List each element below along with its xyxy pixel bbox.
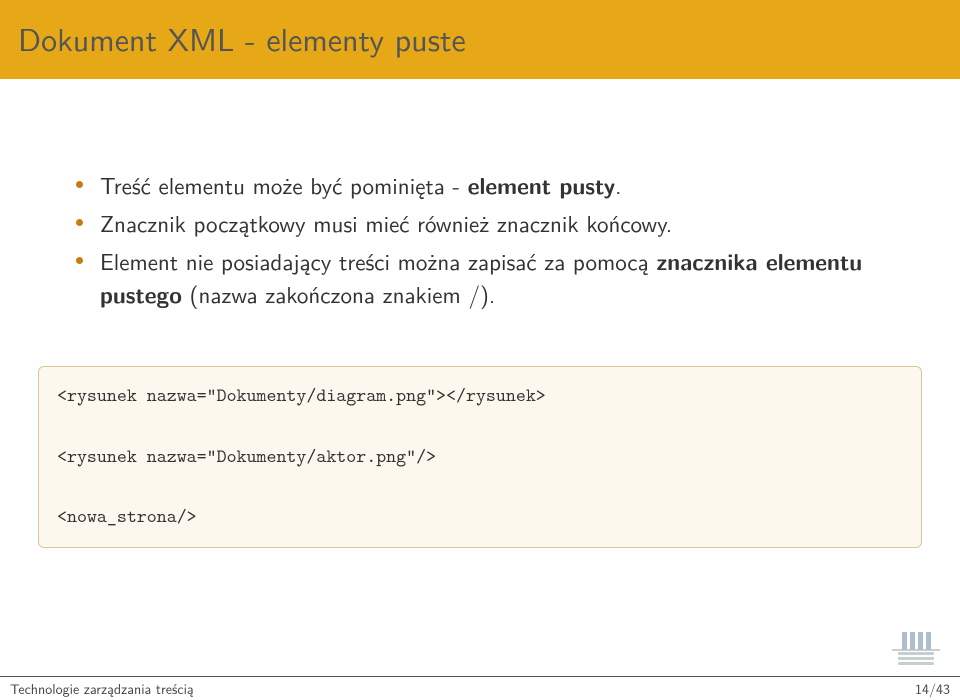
footer-left: Technologie zarządzania treścią bbox=[10, 679, 194, 699]
list-item: Treść elementu może być pominięta - elem… bbox=[100, 169, 900, 201]
footer-right: 14/43 bbox=[915, 679, 950, 699]
slide-content: Treść elementu może być pominięta - elem… bbox=[0, 79, 960, 336]
bullet-list: Treść elementu może być pominięta - elem… bbox=[100, 169, 900, 310]
code-block: <rysunek nazwa="Dokumenty/diagram.png"><… bbox=[38, 366, 922, 548]
slide-title: Dokument XML - elementy puste bbox=[0, 0, 960, 79]
footer: Technologie zarządzania treścią 14/43 bbox=[0, 676, 960, 700]
logo-icon bbox=[888, 626, 944, 670]
list-item: Element nie posiadający treści można zap… bbox=[100, 245, 900, 309]
list-item: Znacznik początkowy musi mieć również zn… bbox=[100, 207, 900, 239]
